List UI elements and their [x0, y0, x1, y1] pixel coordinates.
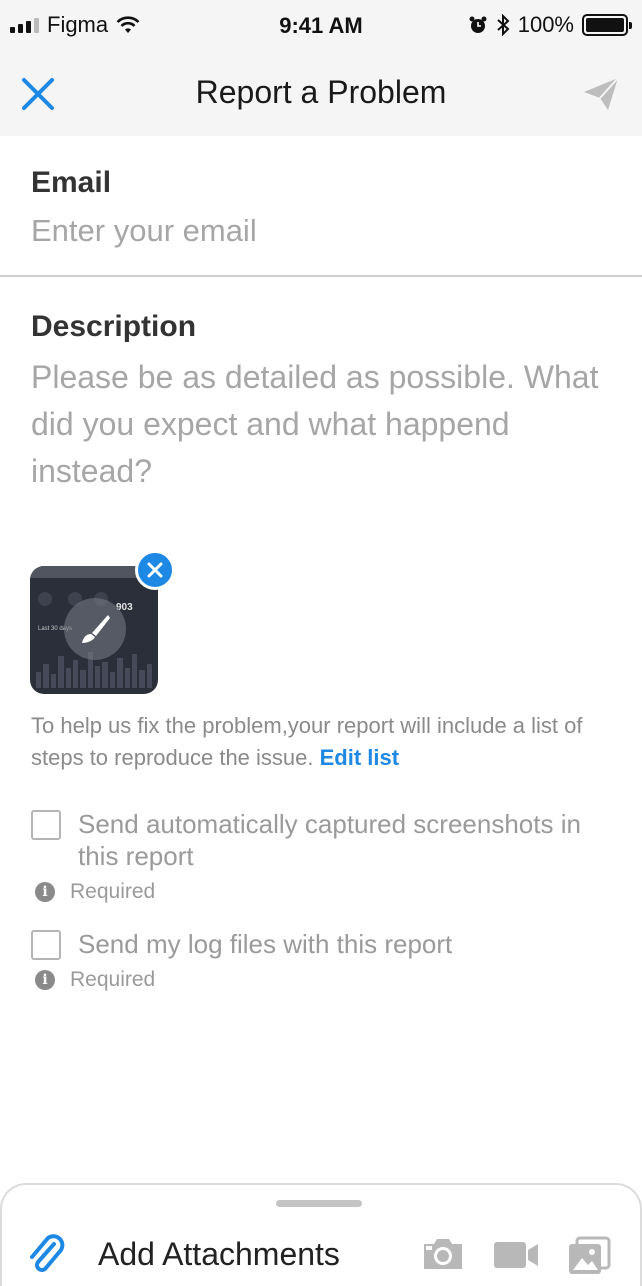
report-problem-screen: Figma 9:41 AM 100% Report a Problem Emai…	[0, 0, 642, 1286]
log-files-option-label: Send my log files with this report	[78, 929, 453, 959]
screenshots-checkbox[interactable]	[31, 810, 61, 840]
status-bar: Figma 9:41 AM 100%	[0, 0, 642, 52]
divider	[0, 275, 642, 277]
add-attachments-label: Add Attachments	[98, 1235, 340, 1272]
required-text: Required	[70, 880, 156, 903]
close-icon	[147, 562, 163, 578]
required-note: i Required	[35, 968, 155, 992]
screenshots-option-label: Send automatically captured screenshots …	[78, 809, 581, 871]
email-label: Email	[31, 166, 112, 199]
log-files-checkbox[interactable]	[31, 930, 61, 960]
edit-screenshot-button[interactable]	[64, 598, 126, 660]
required-note: i Required	[35, 880, 155, 904]
attachment-thumbnail[interactable]: 903 Last 30 days	[30, 566, 158, 694]
add-attachments-button[interactable]: Add Attachments	[26, 1232, 340, 1276]
battery-percent: 100%	[517, 12, 574, 37]
status-right: 100%	[468, 12, 632, 38]
paperclip-icon	[30, 1234, 65, 1272]
description-field[interactable]	[31, 354, 611, 504]
battery-icon	[582, 14, 632, 36]
info-icon: i	[35, 970, 55, 990]
video-icon	[494, 1242, 538, 1268]
gallery-button[interactable]	[567, 1236, 611, 1281]
send-button[interactable]	[582, 76, 620, 112]
steps-info: To help us fix the problem,your report w…	[31, 710, 616, 774]
required-text: Required	[70, 968, 156, 991]
send-icon	[584, 77, 619, 110]
alarm-icon	[469, 16, 487, 33]
camera-button[interactable]	[420, 1236, 466, 1277]
gallery-icon	[569, 1236, 611, 1274]
thumbnail-lock-icon	[38, 592, 52, 606]
log-files-option[interactable]: Send my log files with this report	[31, 928, 608, 960]
description-label: Description	[31, 310, 197, 343]
info-icon: i	[35, 882, 55, 902]
page-title: Report a Problem	[195, 74, 447, 110]
bluetooth-icon	[497, 14, 510, 36]
edit-list-link[interactable]: Edit list	[320, 745, 399, 770]
sheet-handle[interactable]	[276, 1200, 362, 1207]
camera-icon	[424, 1239, 462, 1269]
email-field[interactable]	[31, 208, 611, 254]
steps-info-text: To help us fix the problem,your report w…	[31, 713, 583, 770]
video-button[interactable]	[492, 1236, 540, 1277]
screenshots-option[interactable]: Send automatically captured screenshots …	[31, 808, 608, 872]
brush-icon	[82, 615, 110, 643]
remove-attachment-button[interactable]	[135, 550, 175, 590]
nav-bar: Report a Problem	[0, 52, 642, 136]
